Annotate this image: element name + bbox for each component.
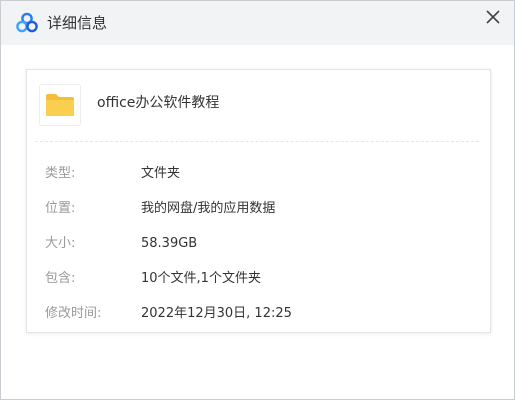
contains-label: 包含: [45,271,76,286]
modified-time-label: 修改时间: [45,306,102,321]
contains-row: 包含: 10个文件,1个文件夹 [45,269,475,289]
divider [35,141,479,142]
close-icon[interactable] [480,5,506,31]
location-row: 位置: 我的网盘/我的应用数据 [45,199,475,219]
contains-value: 10个文件,1个文件夹 [141,271,261,286]
location-value: 我的网盘/我的应用数据 [141,201,276,216]
size-value: 58.39GB [141,236,198,251]
size-label: 大小: [45,236,76,251]
modified-time-row: 修改时间: 2022年12月30日, 12:25 [45,304,475,324]
title-bar: 详细信息 [1,1,514,45]
type-value: 文件夹 [141,166,181,181]
size-row: 大小: 58.39GB [45,234,475,254]
detail-dialog: 详细信息 office办公软件教程 类型: 文件夹 位置: 我的网盘/我的应用数… [0,0,515,400]
type-row: 类型: 文件夹 [45,164,475,184]
baidu-netdisk-logo-icon [16,12,38,33]
file-info-card: office办公软件教程 类型: 文件夹 位置: 我的网盘/我的应用数据 大小:… [26,69,491,333]
dialog-title: 详细信息 [47,14,108,32]
folder-icon [46,94,74,116]
file-thumbnail [39,84,81,126]
modified-time-value: 2022年12月30日, 12:25 [141,306,292,321]
file-name: office办公软件教程 [97,95,220,111]
location-label: 位置: [45,201,76,216]
type-label: 类型: [45,166,76,181]
